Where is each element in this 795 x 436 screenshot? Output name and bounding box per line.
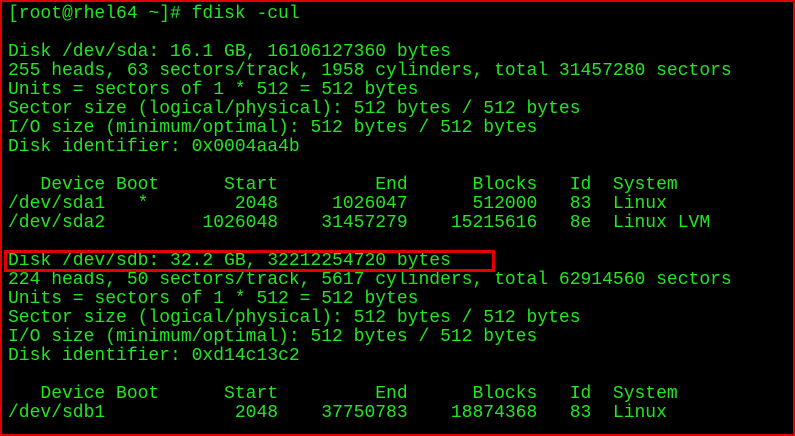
terminal-line: Device Boot Start End Blocks Id System (8, 384, 678, 404)
highlight-box-sdb (4, 250, 495, 272)
terminal-line: Sector size (logical/physical): 512 byte… (8, 99, 581, 119)
terminal-line: Device Boot Start End Blocks Id System (8, 175, 678, 195)
terminal-line: Sector size (logical/physical): 512 byte… (8, 308, 581, 328)
terminal-line: Disk /dev/sda: 16.1 GB, 16106127360 byte… (8, 42, 451, 62)
terminal-line: /dev/sda1 * 2048 1026047 512000 83 Linux (8, 194, 667, 214)
terminal-line: /dev/sdb1 2048 37750783 18874368 83 Linu… (8, 403, 667, 423)
terminal-line: 224 heads, 50 sectors/track, 5617 cylind… (8, 270, 732, 290)
terminal-line: Disk identifier: 0x0004aa4b (8, 137, 300, 157)
terminal-line: 255 heads, 63 sectors/track, 1958 cylind… (8, 61, 732, 81)
terminal-line: I/O size (minimum/optimal): 512 bytes / … (8, 327, 538, 347)
terminal-line: Units = sectors of 1 * 512 = 512 bytes (8, 289, 419, 309)
terminal-line: Units = sectors of 1 * 512 = 512 bytes (8, 80, 419, 100)
terminal-output: [root@rhel64 ~]# fdisk -cul Disk /dev/sd… (8, 5, 732, 423)
terminal-window[interactable]: [root@rhel64 ~]# fdisk -cul Disk /dev/sd… (0, 0, 795, 436)
terminal-line: /dev/sda2 1026048 31457279 15215616 8e L… (8, 213, 711, 233)
command-prompt: [root@rhel64 ~]# fdisk -cul (8, 4, 300, 24)
terminal-line: I/O size (minimum/optimal): 512 bytes / … (8, 118, 538, 138)
terminal-line: Disk identifier: 0xd14c13c2 (8, 346, 300, 366)
